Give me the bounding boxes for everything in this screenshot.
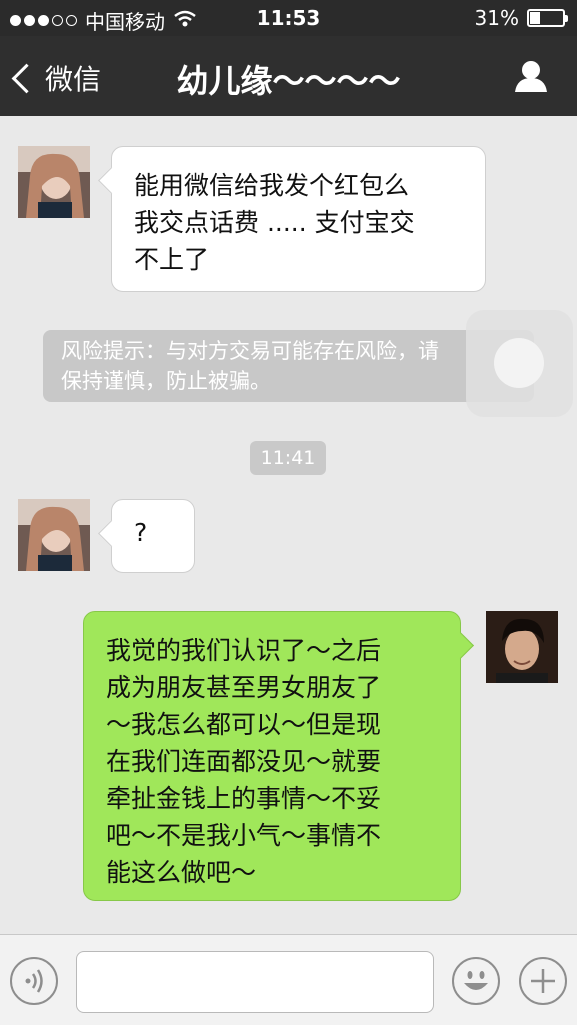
chat-title: 幼儿缘～～～～ (176, 62, 401, 100)
nav-bar: 微信 幼儿缘～～～～ (0, 36, 577, 116)
message-text: 我觉的我们认识了～之后 成为朋友甚至男女朋友了 ～我怎么都可以～但是现 在我们连… (106, 636, 382, 887)
self-avatar[interactable] (486, 611, 558, 683)
profile-icon[interactable] (513, 58, 549, 94)
message-text: ? (134, 518, 148, 547)
contact-avatar[interactable] (18, 146, 90, 218)
contact-avatar[interactable] (18, 499, 90, 571)
time-divider: 11:41 (250, 441, 326, 475)
battery-percent: 31% (474, 6, 519, 30)
message-bubble-incoming[interactable]: ? (111, 499, 195, 573)
assistive-touch-button[interactable] (466, 310, 573, 417)
voice-icon (25, 969, 43, 993)
message-bubble-outgoing[interactable]: 我觉的我们认识了～之后 成为朋友甚至男女朋友了 ～我怎么都可以～但是现 在我们连… (83, 611, 461, 901)
message-text: 能用微信给我发个红包么 我交点话费 ..... 支付宝交 不上了 (134, 171, 415, 274)
input-bar (0, 934, 577, 1025)
emoji-icon (464, 971, 488, 990)
risk-notice: 风险提示：与对方交易可能存在风险，请 保持谨慎，防止被骗。 (43, 330, 534, 402)
emoji-button[interactable] (452, 957, 500, 1005)
voice-button[interactable] (10, 957, 58, 1005)
battery-icon (527, 9, 568, 27)
more-button[interactable] (519, 957, 567, 1005)
status-right: 31% (474, 6, 568, 30)
risk-notice-text: 风险提示：与对方交易可能存在风险，请 保持谨慎，防止被骗。 (61, 339, 439, 393)
status-bar: 中国移动 11:53 31% (0, 0, 577, 36)
message-input[interactable] (76, 951, 434, 1013)
message-bubble-incoming[interactable]: 能用微信给我发个红包么 我交点话费 ..... 支付宝交 不上了 (111, 146, 486, 292)
plus-icon (531, 969, 555, 993)
